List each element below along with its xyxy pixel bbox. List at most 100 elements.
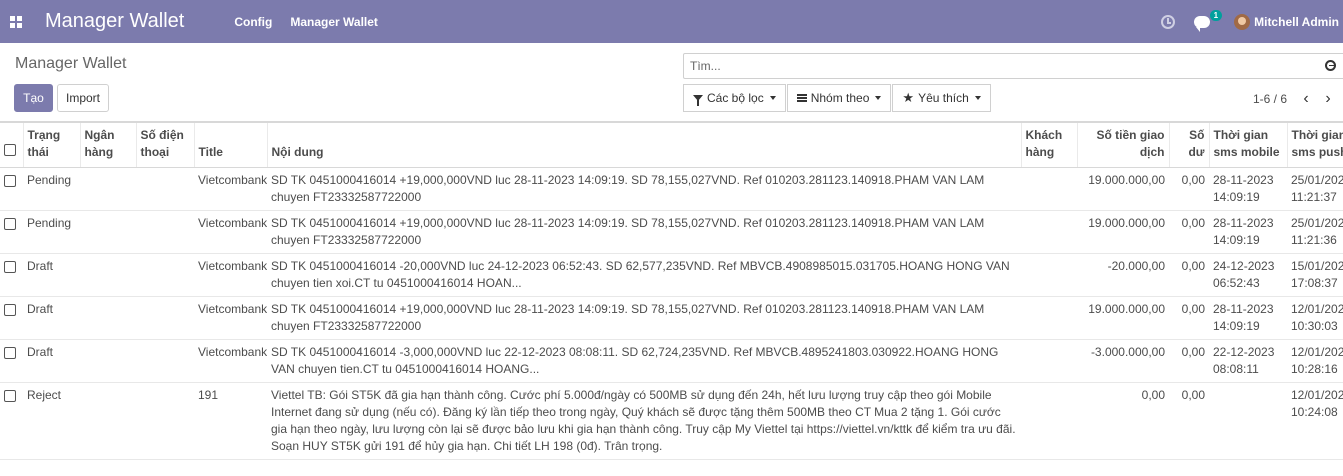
- cell-sms-time: [1209, 382, 1287, 460]
- cell-push-time: 25/01/2024 11:21:37: [1287, 167, 1343, 211]
- cell-balance: 0,00: [1169, 339, 1209, 383]
- table-row[interactable]: Draft Vietcombank SD TK 0451000416014 -3…: [0, 339, 1343, 383]
- cell-customer: [1021, 339, 1077, 383]
- filters-dropdown[interactable]: Các bộ lọc: [683, 84, 786, 112]
- cell-status: Draft: [23, 253, 80, 297]
- cell-status: Pending: [23, 210, 80, 254]
- import-button[interactable]: Import: [57, 84, 110, 112]
- cell-phone: [136, 167, 194, 211]
- cell-push-time: 25/01/2024 11:21:36: [1287, 210, 1343, 254]
- cell-balance: 0,00: [1169, 253, 1209, 297]
- cell-content: SD TK 0451000416014 -20,000VND luc 24-12…: [267, 253, 1021, 297]
- cell-bank: [80, 210, 136, 254]
- groupby-dropdown[interactable]: Nhóm theo: [786, 84, 892, 112]
- chat-icon[interactable]: [1194, 15, 1211, 32]
- star-icon: ★: [902, 90, 915, 105]
- column-header-title[interactable]: Title: [193, 122, 267, 168]
- records-table: Trạng thái Ngân hàng Số điện thoại Title…: [0, 122, 1343, 460]
- row-checkbox[interactable]: [4, 304, 16, 316]
- cell-customer: [1021, 210, 1077, 254]
- pager-previous-icon[interactable]: ‹: [1295, 90, 1317, 108]
- search-input[interactable]: [684, 54, 1304, 78]
- cell-phone: [136, 210, 194, 254]
- row-checkbox[interactable]: [4, 175, 16, 187]
- table-header-row: Trạng thái Ngân hàng Số điện thoại Title…: [0, 122, 1343, 168]
- cell-balance: 0,00: [1169, 167, 1209, 211]
- table-row[interactable]: Draft Vietcombank SD TK 0451000416014 -2…: [0, 253, 1343, 297]
- cell-phone: [136, 339, 194, 383]
- cell-phone: [136, 253, 194, 297]
- table-row[interactable]: Pending Vietcombank SD TK 0451000416014 …: [0, 210, 1343, 254]
- cell-sms-time: 28-11-2023 14:09:19: [1209, 210, 1287, 254]
- cell-push-time: 12/01/2024 10:24:08: [1287, 382, 1343, 460]
- column-header-push-time[interactable]: Thời gian sms push: [1286, 122, 1343, 168]
- row-select-cell: [0, 382, 23, 460]
- pager-next-icon[interactable]: ›: [1317, 90, 1339, 108]
- app-brand[interactable]: Manager Wallet: [45, 10, 184, 33]
- favorites-dropdown[interactable]: ★ Yêu thích: [892, 84, 991, 112]
- row-checkbox[interactable]: [4, 261, 16, 273]
- cell-amount: 0,00: [1077, 382, 1169, 460]
- cell-push-time: 12/01/2024 10:30:03: [1287, 296, 1343, 340]
- cell-status: Draft: [23, 296, 80, 340]
- column-header-sms-time[interactable]: Thời gian sms mobile: [1208, 122, 1287, 168]
- cell-balance: 0,00: [1169, 382, 1209, 460]
- cell-status: Draft: [23, 339, 80, 383]
- column-header-status[interactable]: Trạng thái: [22, 122, 80, 168]
- cell-amount: -20.000,00: [1077, 253, 1169, 297]
- row-checkbox[interactable]: [4, 390, 16, 402]
- page-title: Manager Wallet: [15, 55, 127, 72]
- cell-sms-time: 28-11-2023 14:09:19: [1209, 296, 1287, 340]
- menu-item-config[interactable]: Config: [234, 15, 272, 29]
- column-header-phone[interactable]: Số điện thoại: [135, 122, 194, 168]
- table-row[interactable]: Reject 191 Viettel TB: Gói ST5K đã gia h…: [0, 382, 1343, 460]
- caret-down-icon: [769, 96, 776, 100]
- column-header-balance[interactable]: Số dư: [1168, 122, 1209, 168]
- menu-item-manager-wallet[interactable]: Manager Wallet: [290, 15, 378, 29]
- select-all-cell: [0, 122, 23, 168]
- cell-phone: [136, 296, 194, 340]
- row-checkbox[interactable]: [4, 347, 16, 359]
- column-header-customer[interactable]: Khách hàng: [1020, 122, 1077, 168]
- select-all-checkbox[interactable]: [4, 144, 16, 156]
- caret-down-icon: [974, 96, 981, 100]
- table-row[interactable]: Draft Vietcombank SD TK 0451000416014 +1…: [0, 296, 1343, 340]
- column-header-bank[interactable]: Ngân hàng: [79, 122, 136, 168]
- apps-menu-icon[interactable]: [1, 0, 31, 43]
- cell-title: Vietcombank: [194, 210, 267, 254]
- messaging-menu[interactable]: 1: [1194, 9, 1223, 32]
- row-select-cell: [0, 339, 23, 383]
- cell-sms-time: 22-12-2023 08:08:11: [1209, 339, 1287, 383]
- bars-icon: [796, 94, 807, 102]
- column-header-content[interactable]: Nội dung: [266, 122, 1021, 168]
- cell-customer: [1021, 382, 1077, 460]
- row-select-cell: [0, 253, 23, 297]
- row-select-cell: [0, 210, 23, 254]
- search-zoom-out-icon[interactable]: [1325, 60, 1336, 71]
- cell-bank: [80, 253, 136, 297]
- search-bar: [683, 53, 1343, 79]
- user-avatar[interactable]: [1234, 13, 1251, 30]
- cell-amount: 19.000.000,00: [1077, 296, 1169, 340]
- cell-phone: [136, 382, 194, 460]
- chat-counter-badge: 1: [1209, 9, 1223, 21]
- column-header-amount[interactable]: Số tiền giao dịch: [1076, 122, 1169, 168]
- cell-status: Reject: [23, 382, 80, 460]
- favorites-label: Yêu thích: [918, 91, 969, 105]
- cell-status: Pending: [23, 167, 80, 211]
- cell-title: Vietcombank: [194, 339, 267, 383]
- cell-customer: [1021, 253, 1077, 297]
- row-checkbox[interactable]: [4, 218, 16, 230]
- cell-title: 191: [194, 382, 267, 460]
- top-navbar: Manager Wallet Config Manager Wallet 1 M…: [0, 0, 1343, 43]
- cell-amount: 19.000.000,00: [1077, 210, 1169, 254]
- cell-sms-time: 28-11-2023 14:09:19: [1209, 167, 1287, 211]
- cell-amount: -3.000.000,00: [1077, 339, 1169, 383]
- user-menu-name[interactable]: Mitchell Admin: [1254, 15, 1339, 29]
- activity-clock-icon[interactable]: [1161, 14, 1176, 29]
- table-row[interactable]: Pending Vietcombank SD TK 0451000416014 …: [0, 167, 1343, 211]
- filters-label: Các bộ lọc: [707, 91, 764, 105]
- pager-value[interactable]: 1-6 / 6: [1253, 92, 1287, 106]
- list-view: Trạng thái Ngân hàng Số điện thoại Title…: [0, 122, 1343, 460]
- create-button[interactable]: Tạo: [14, 84, 53, 112]
